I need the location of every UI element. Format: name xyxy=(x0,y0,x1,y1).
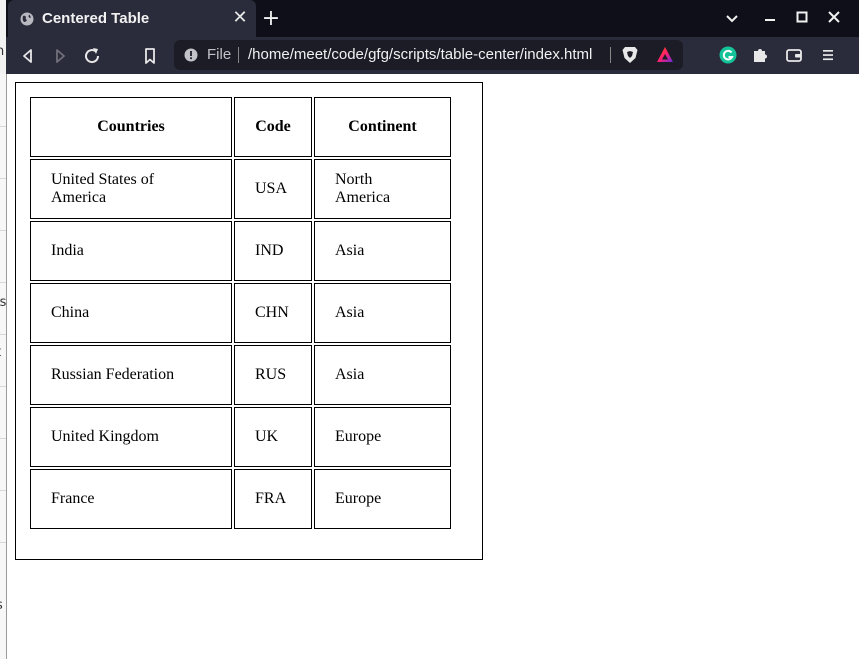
address-divider xyxy=(238,47,239,63)
table-row: China CHN Asia xyxy=(30,283,451,343)
code-cell: RUS xyxy=(234,345,312,405)
countries-table: Countries Code Continent United States o… xyxy=(28,95,453,531)
table-row: India IND Asia xyxy=(30,221,451,281)
background-edge-text: n xyxy=(0,44,5,59)
continent-cell: Asia xyxy=(314,345,451,405)
country-cell: India xyxy=(30,221,232,281)
close-window-icon[interactable] xyxy=(822,6,846,30)
url-scheme-label: File xyxy=(207,46,232,63)
country-cell: United Kingdom xyxy=(30,407,232,467)
column-header-continent: Continent xyxy=(314,97,451,157)
tab-centered-table[interactable]: Centered Table ✕ xyxy=(8,0,256,37)
country-cell: France xyxy=(30,469,232,529)
continent-cell: Asia xyxy=(314,221,451,281)
code-cell: UK xyxy=(234,407,312,467)
menu-icon[interactable] xyxy=(818,45,838,65)
forward-icon[interactable] xyxy=(48,44,72,68)
continent-cell: Europe xyxy=(314,407,451,467)
table-row: United States of America USA North Ameri… xyxy=(30,159,451,219)
table-header-row: Countries Code Continent xyxy=(30,97,451,157)
maximize-icon[interactable] xyxy=(790,6,814,30)
url-text[interactable]: /home/meet/code/gfg/scripts/table-center… xyxy=(248,46,592,63)
grammarly-icon[interactable] xyxy=(718,45,738,65)
code-cell: CHN xyxy=(234,283,312,343)
code-cell: IND xyxy=(234,221,312,281)
bookmark-icon[interactable] xyxy=(138,44,162,68)
brave-rewards-icon[interactable] xyxy=(656,46,674,64)
back-icon[interactable] xyxy=(16,44,40,68)
code-cell: USA xyxy=(234,159,312,219)
country-cell: China xyxy=(30,283,232,343)
column-header-code: Code xyxy=(234,97,312,157)
continent-cell: Europe xyxy=(314,469,451,529)
continent-cell: North America xyxy=(314,159,451,219)
browser-toolbar: File /home/meet/code/gfg/scripts/table-c… xyxy=(6,37,859,74)
table-row: France FRA Europe xyxy=(30,469,451,529)
code-cell: FRA xyxy=(234,469,312,529)
background-edge-text: s xyxy=(0,598,3,613)
country-cell: United States of America xyxy=(30,159,232,219)
page-content: Countries Code Continent United States o… xyxy=(6,74,859,659)
minimize-icon[interactable] xyxy=(758,6,782,30)
reload-icon[interactable] xyxy=(80,44,104,68)
tab-bar: Centered Table ✕ + xyxy=(6,0,859,37)
close-icon[interactable]: ✕ xyxy=(230,8,250,28)
table-row: Russian Federation RUS Asia xyxy=(30,345,451,405)
brave-shield-icon[interactable] xyxy=(622,46,638,64)
wallet-icon[interactable] xyxy=(784,45,804,65)
continent-cell: Asia xyxy=(314,283,451,343)
tab-title: Centered Table xyxy=(42,10,150,27)
country-cell: Russian Federation xyxy=(30,345,232,405)
puzzle-extensions-icon[interactable] xyxy=(750,45,770,65)
globe-icon xyxy=(20,12,34,26)
background-edge-text: t xyxy=(0,345,1,360)
address-bar[interactable]: File /home/meet/code/gfg/scripts/table-c… xyxy=(174,40,683,70)
info-icon[interactable] xyxy=(184,48,198,62)
plus-icon[interactable]: + xyxy=(260,8,282,30)
chevron-down-icon[interactable] xyxy=(720,6,744,30)
table-row: United Kingdom UK Europe xyxy=(30,407,451,467)
address-divider xyxy=(610,47,611,63)
column-header-countries: Countries xyxy=(30,97,232,157)
